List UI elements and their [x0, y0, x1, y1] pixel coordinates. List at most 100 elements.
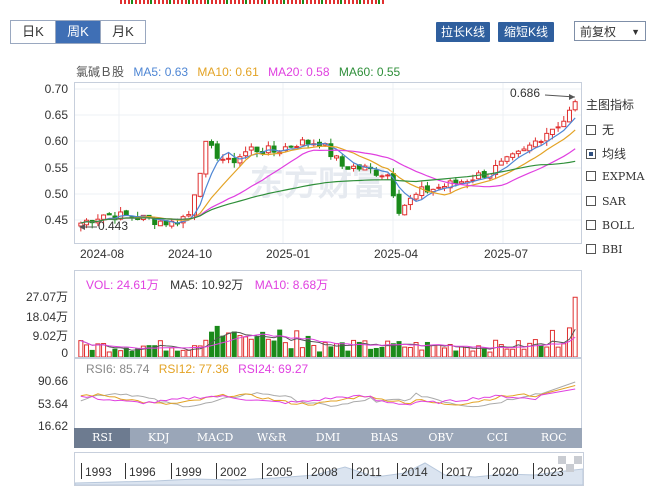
timeline-navigator[interactable]: 1993 1996 1999 2002 2005 2008 2011 2014 …: [74, 452, 584, 486]
indicator-option-boll[interactable]: BOLL: [586, 218, 634, 232]
volume-bar: [78, 340, 84, 357]
tab-rsi[interactable]: RSI: [74, 428, 131, 448]
timeline-tick: [307, 463, 308, 479]
strip-bar: [234, 0, 236, 4]
date-tick-4: 2025-07: [484, 247, 529, 261]
tab-wr[interactable]: W&R: [243, 428, 299, 448]
checkbox[interactable]: [586, 125, 596, 135]
candle-body: [339, 156, 345, 167]
timeline-drag-handle[interactable]: [558, 456, 586, 472]
tab-kdj[interactable]: KDJ: [130, 428, 186, 448]
strip-bar: [207, 0, 210, 4]
candle-body: [294, 146, 300, 149]
strip-bar: [135, 0, 138, 4]
vol-tick-1: 18.04万: [25, 310, 68, 324]
date-tick-1: 2024-10: [168, 247, 213, 261]
strip-bar: [139, 0, 141, 4]
tab-macd[interactable]: MACD: [187, 428, 243, 448]
strip-bar: [184, 0, 187, 4]
candlestick-chart: 东方财富: [75, 83, 581, 243]
indicator-option-ma[interactable]: 均线: [586, 145, 626, 162]
strip-bar: [355, 0, 358, 4]
rsi-tick-2: 16.62: [37, 419, 68, 433]
high-price-label: 0.686: [510, 86, 541, 100]
legend-ma60: MA60: 0.55: [338, 65, 401, 79]
checkbox[interactable]: [586, 220, 596, 230]
tab-obv[interactable]: OBV: [413, 428, 469, 448]
strip-bar: [382, 0, 385, 4]
volume-bar: [237, 335, 243, 357]
tab-cci[interactable]: CCI: [469, 428, 525, 448]
volume-bar: [282, 342, 288, 357]
legend-vol-ma5: MA5: 10.92万: [170, 278, 244, 292]
volume-bar: [538, 344, 544, 357]
tab-bias[interactable]: BIAS: [356, 428, 412, 448]
candle-body: [254, 146, 260, 153]
volume-bar: [203, 339, 209, 357]
candle-body: [544, 132, 550, 142]
strip-bar: [127, 0, 130, 4]
volume-bar: [265, 338, 271, 357]
candle-body: [226, 157, 232, 160]
volume-bar: [140, 345, 146, 357]
volume-bar: [487, 351, 493, 357]
volume-bar: [316, 351, 322, 357]
strip-bar: [302, 0, 305, 4]
checkbox-checked[interactable]: [586, 149, 596, 159]
tab-daily-k[interactable]: 日K: [11, 21, 56, 43]
candle-body: [402, 204, 408, 216]
volume-bar: [277, 329, 283, 357]
strip-bar: [161, 0, 164, 4]
adjust-select[interactable]: 前复权 ▼: [574, 21, 646, 41]
volume-bar: [510, 348, 516, 357]
volume-bar: [481, 348, 487, 357]
candle-body: [515, 150, 521, 155]
indicator-option-expma[interactable]: EXPMA: [586, 169, 644, 183]
volume-bar: [476, 345, 482, 357]
candle-body: [157, 220, 163, 227]
strip-bar: [142, 0, 145, 4]
strip-bar: [283, 0, 286, 4]
volume-bar: [186, 349, 192, 357]
volume-bar: [157, 340, 163, 357]
candle-body: [248, 146, 254, 151]
indicator-tabs: RSI KDJ MACD W&R DMI BIAS OBV CCI ROC: [74, 428, 582, 448]
price-chart-panel[interactable]: 东方财富: [74, 82, 582, 244]
candle-body: [209, 141, 215, 146]
tab-weekly-k[interactable]: 周K: [56, 21, 101, 43]
candle-body: [396, 193, 402, 214]
shrink-kline-button[interactable]: 缩短K线: [498, 22, 554, 42]
volume-bar: [453, 350, 459, 357]
volume-bar: [112, 348, 118, 357]
candle-body: [413, 193, 419, 200]
volume-bar: [441, 347, 447, 357]
volume-bar: [271, 340, 277, 357]
indicator-option-sar[interactable]: SAR: [586, 194, 626, 208]
stretch-kline-button[interactable]: 拉长K线: [436, 22, 490, 42]
volume-legend: VOL: 24.61万 MA5: 10.92万 MA10: 8.68万: [86, 276, 336, 293]
volume-bar: [299, 347, 305, 357]
strip-bar: [169, 0, 172, 4]
checkbox[interactable]: [586, 196, 596, 206]
timeline-year-2011: 2011: [356, 465, 382, 479]
top-cut-volume-strip: [120, 0, 390, 4]
candle-body: [566, 109, 572, 123]
strip-bar: [370, 0, 373, 4]
indicator-option-none[interactable]: 无: [586, 121, 614, 138]
tab-monthly-k[interactable]: 月K: [101, 21, 145, 43]
checkbox[interactable]: [586, 244, 596, 254]
candle-body: [521, 148, 527, 152]
indicator-option-bbi[interactable]: BBI: [586, 242, 623, 256]
strip-bar: [241, 0, 244, 4]
volume-bar: [351, 339, 357, 357]
adjust-select-value: 前复权: [580, 25, 617, 39]
volume-bar: [402, 346, 408, 357]
tab-dmi[interactable]: DMI: [300, 428, 356, 448]
checkbox[interactable]: [586, 171, 596, 181]
volume-bar: [305, 335, 311, 357]
strip-bar: [291, 0, 293, 4]
volume-bar: [95, 343, 101, 357]
tab-roc[interactable]: ROC: [526, 428, 582, 448]
strip-bar: [180, 0, 183, 4]
strip-bar: [332, 0, 335, 4]
